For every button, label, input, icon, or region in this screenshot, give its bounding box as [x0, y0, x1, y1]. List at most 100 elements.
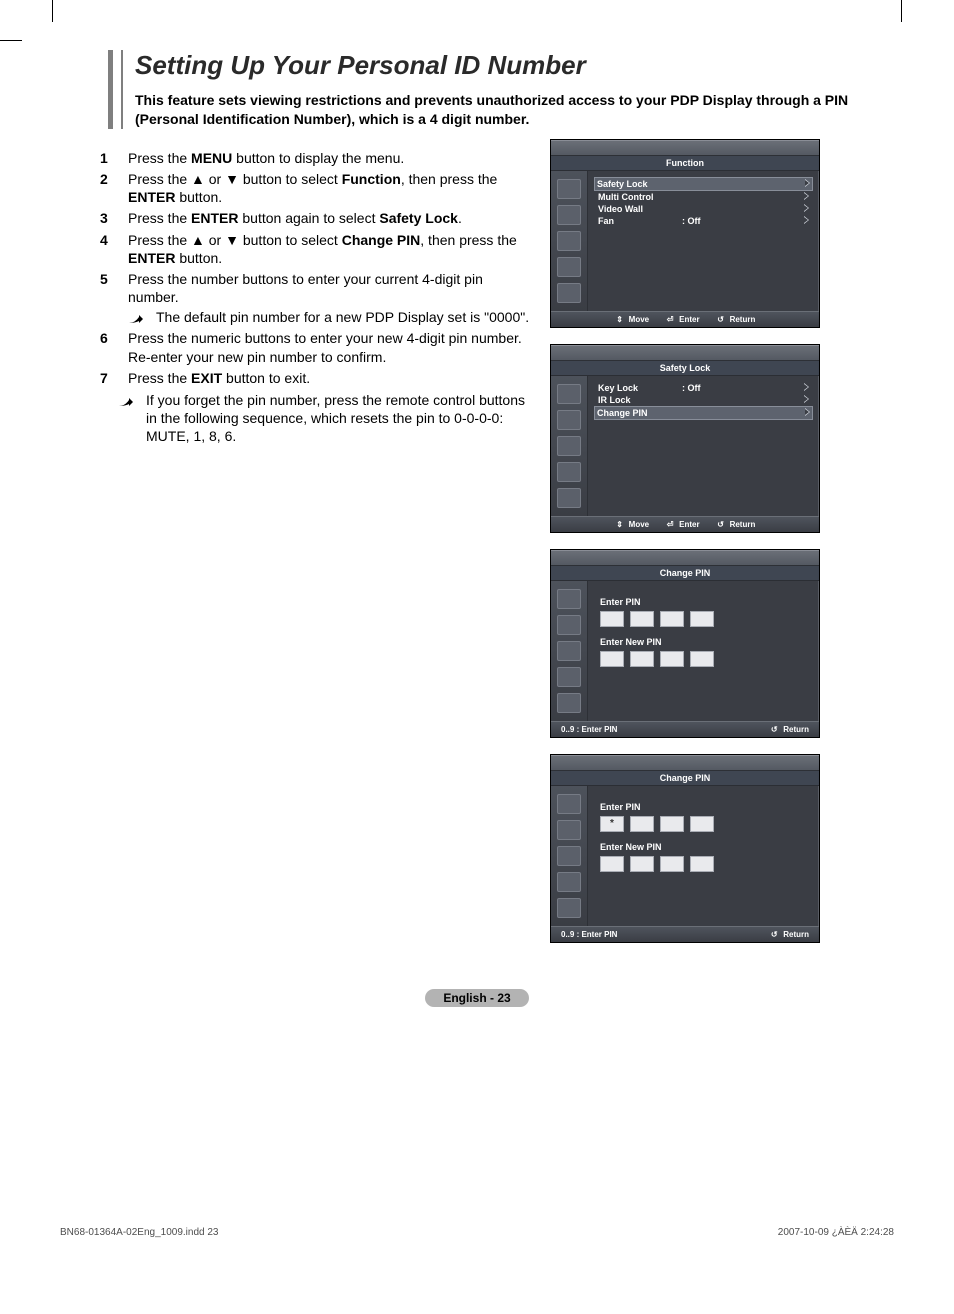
pin-digit-box	[600, 651, 624, 667]
instructions-column: 1 Press the MENU button to display the m…	[100, 139, 530, 959]
arrow-right-icon	[805, 408, 810, 418]
osd-icon-column	[551, 786, 588, 926]
enter-pin-label: Enter PIN	[600, 597, 811, 607]
enter-new-pin-label: Enter New PIN	[600, 637, 811, 647]
menu-icon	[557, 257, 581, 277]
footer-enter-pin: 0..9 : Enter PIN	[561, 930, 617, 939]
menu-icon	[557, 205, 581, 225]
footer-return: ↺Return	[716, 520, 756, 529]
menu-icon	[557, 410, 581, 430]
menu-icon	[557, 384, 581, 404]
menu-icon	[557, 820, 581, 840]
osd-icon-column	[551, 171, 588, 311]
footer-move: ⇕Move	[615, 315, 649, 324]
osd-footer: ⇕Move ⏎Enter ↺Return	[551, 311, 819, 327]
updown-icon: ⇕	[615, 315, 625, 324]
osd-pin-content: Enter PIN Enter New PIN	[588, 581, 819, 721]
menu-icon	[557, 794, 581, 814]
osd-footer: 0..9 : Enter PIN ↺Return	[551, 926, 819, 942]
menu-icon	[557, 462, 581, 482]
menu-icon	[557, 615, 581, 635]
enter-new-pin-boxes	[600, 651, 811, 667]
updown-icon: ⇕	[615, 520, 625, 529]
pin-digit-box: *	[600, 816, 624, 832]
enter-pin-boxes: *	[600, 816, 811, 832]
enter-pin-boxes	[600, 611, 811, 627]
footer-return: ↺Return	[716, 315, 756, 324]
return-icon: ↺	[716, 315, 726, 324]
menu-icon	[557, 488, 581, 508]
osd-menu-list: Key Lock: Off IR Lock Change PIN	[588, 376, 819, 516]
pin-digit-box	[630, 611, 654, 627]
title-block: Setting Up Your Personal ID Number This …	[108, 50, 894, 129]
footer-enter: ⏎Enter	[665, 315, 699, 324]
pin-digit-box	[630, 651, 654, 667]
osd-titlebar	[551, 140, 819, 156]
osd-header: Change PIN	[551, 771, 819, 786]
footer-enter-pin: 0..9 : Enter PIN	[561, 725, 617, 734]
pin-digit-box	[660, 856, 684, 872]
menu-item-video-wall: Video Wall	[596, 203, 811, 215]
osd-header: Safety Lock	[551, 361, 819, 376]
menu-icon	[557, 283, 581, 303]
step-7: 7 Press the EXIT button to exit.	[100, 369, 530, 387]
pin-digit-box	[600, 611, 624, 627]
osd-change-pin-entered: Change PIN Enter PIN *	[550, 754, 820, 943]
pin-digit-box	[660, 816, 684, 832]
menu-item-fan: Fan: Off	[596, 215, 811, 227]
menu-item-key-lock: Key Lock: Off	[596, 382, 811, 394]
page-number: English - 23	[60, 989, 894, 1007]
menu-icon	[557, 898, 581, 918]
enter-icon: ⏎	[665, 315, 675, 324]
menu-icon	[557, 846, 581, 866]
pin-digit-box	[630, 816, 654, 832]
menu-item-ir-lock: IR Lock	[596, 394, 811, 406]
step-5-note: The default pin number for a new PDP Dis…	[128, 308, 530, 326]
footer-enter: ⏎Enter	[665, 520, 699, 529]
osd-column: Function Safety Lock Multi Control Video…	[550, 139, 820, 959]
osd-function: Function Safety Lock Multi Control Video…	[550, 139, 820, 328]
indd-filename: BN68-01364A-02Eng_1009.indd 23	[60, 1227, 218, 1238]
menu-icon	[557, 589, 581, 609]
menu-item-safety-lock: Safety Lock	[594, 177, 813, 191]
enter-new-pin-label: Enter New PIN	[600, 842, 811, 852]
timestamp: 2007-10-09 ¿ÀÈÄ 2:24:28	[778, 1227, 894, 1238]
menu-item-change-pin: Change PIN	[594, 406, 813, 420]
osd-header: Change PIN	[551, 566, 819, 581]
pin-digit-box	[660, 611, 684, 627]
osd-footer: 0..9 : Enter PIN ↺Return	[551, 721, 819, 737]
enter-pin-label: Enter PIN	[600, 802, 811, 812]
menu-icon	[557, 667, 581, 687]
step-4: 4 Press the ▲ or ▼ button to select Chan…	[100, 231, 530, 267]
pin-digit-box	[600, 856, 624, 872]
menu-icon	[557, 436, 581, 456]
arrow-right-icon	[804, 383, 809, 393]
step-1: 1 Press the MENU button to display the m…	[100, 149, 530, 167]
imprint-footer: BN68-01364A-02Eng_1009.indd 23 2007-10-0…	[60, 1227, 894, 1238]
osd-icon-column	[551, 581, 588, 721]
osd-pin-content: Enter PIN * Enter New PIN	[588, 786, 819, 926]
footer-return: ↺Return	[769, 930, 809, 939]
arrow-right-icon	[804, 192, 809, 202]
step-5: 5 Press the number buttons to enter your…	[100, 270, 530, 327]
osd-titlebar	[551, 550, 819, 566]
osd-change-pin-blank: Change PIN Enter PIN	[550, 549, 820, 738]
return-icon: ↺	[716, 520, 726, 529]
osd-titlebar	[551, 345, 819, 361]
osd-footer: ⇕Move ⏎Enter ↺Return	[551, 516, 819, 532]
step-3: 3 Press the ENTER button again to select…	[100, 209, 530, 227]
step-6: 6 Press the numeric buttons to enter you…	[100, 329, 530, 365]
step-2: 2 Press the ▲ or ▼ button to select Func…	[100, 170, 530, 206]
arrow-right-icon	[805, 179, 810, 189]
arrow-right-icon	[804, 395, 809, 405]
pin-digit-box	[690, 611, 714, 627]
osd-safety-lock: Safety Lock Key Lock: Off IR Lock Change…	[550, 344, 820, 533]
pin-digit-box	[630, 856, 654, 872]
osd-icon-column	[551, 376, 588, 516]
footer-return: ↺Return	[769, 725, 809, 734]
menu-icon	[557, 641, 581, 661]
osd-menu-list: Safety Lock Multi Control Video Wall Fan…	[588, 171, 819, 311]
note-arrow-icon	[128, 310, 148, 328]
pin-digit-box	[690, 856, 714, 872]
pin-digit-box	[690, 816, 714, 832]
